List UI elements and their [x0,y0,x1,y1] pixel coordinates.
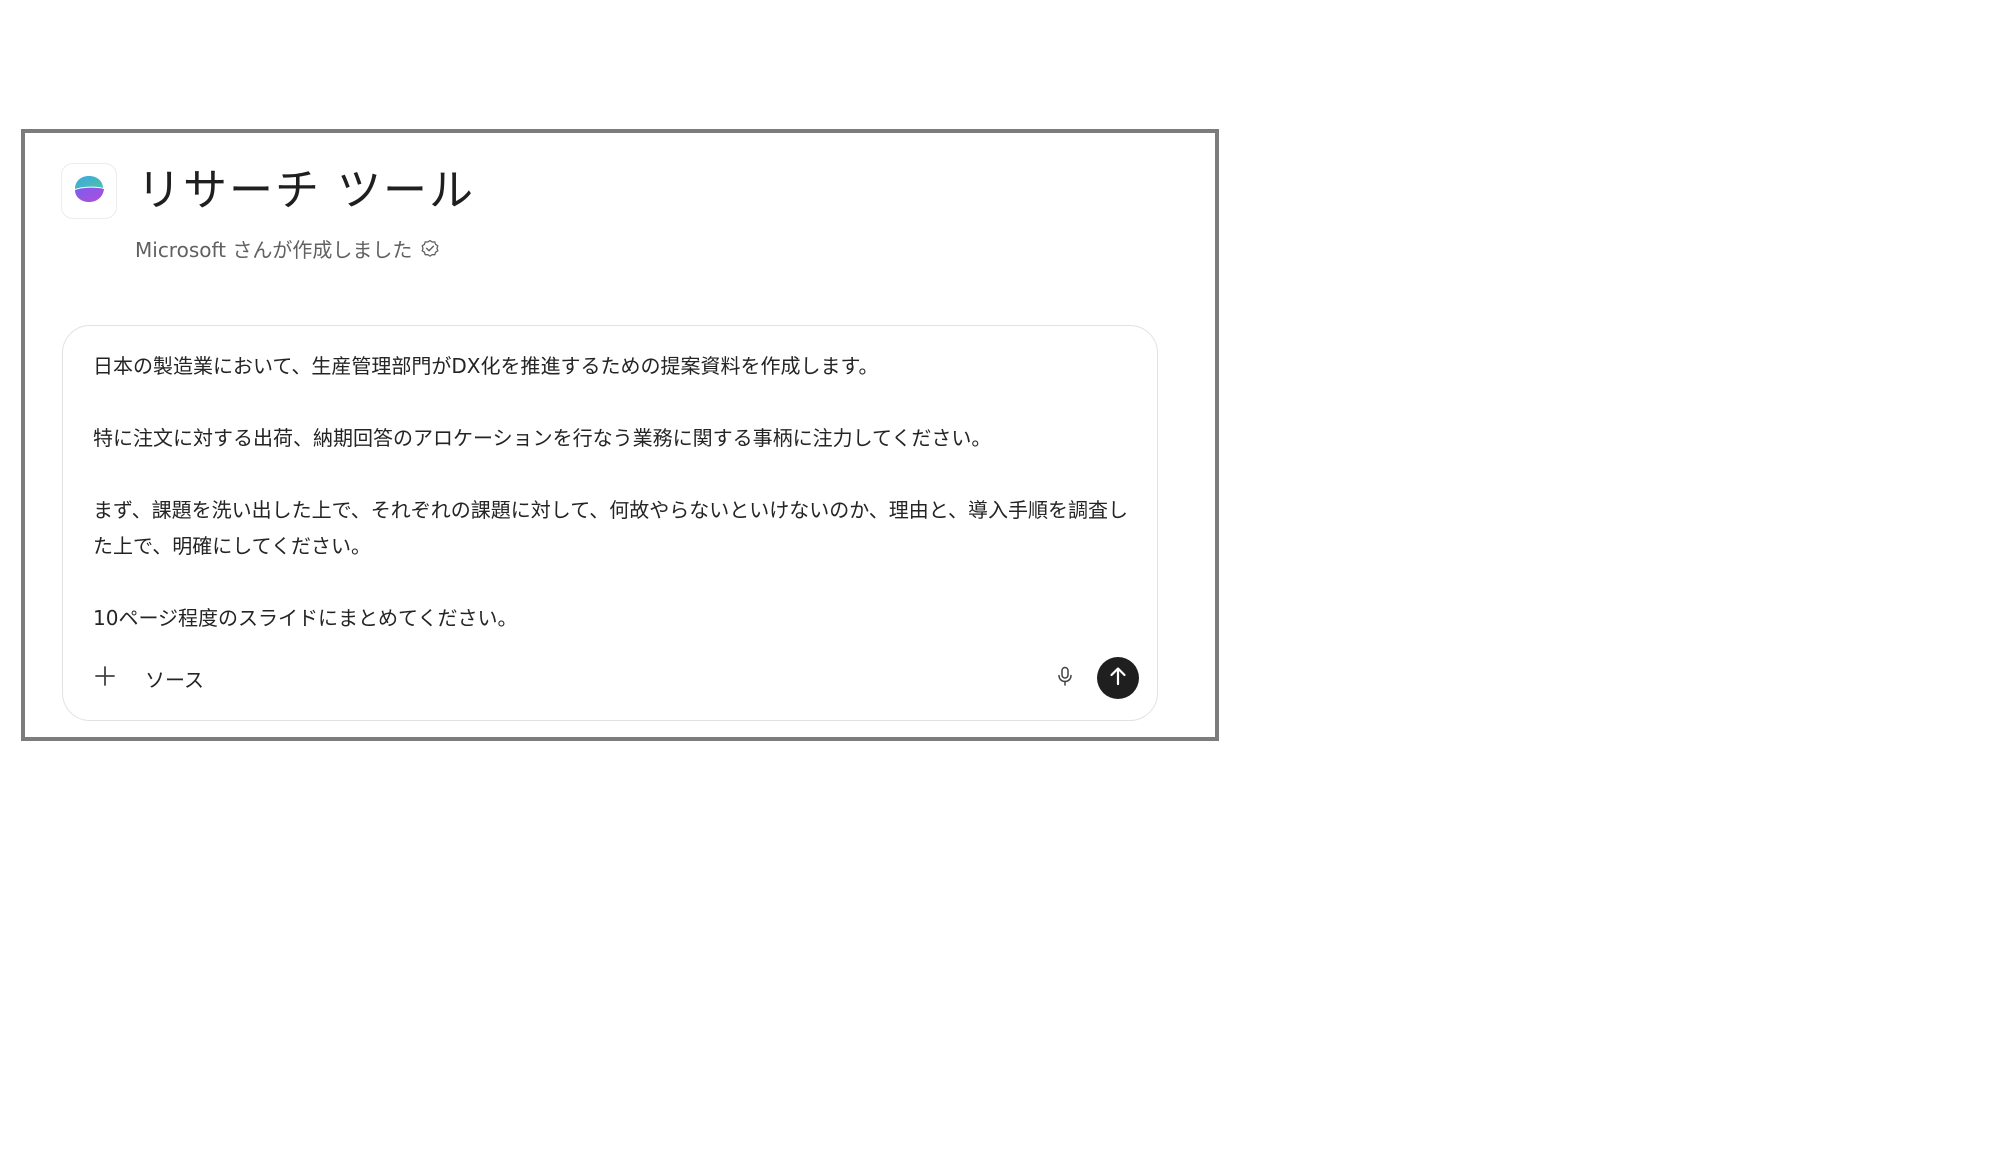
agent-panel: リサーチ ツール Microsoft さんが作成しました 日本の製造業において、… [21,129,1219,741]
verified-check-icon [420,239,440,259]
prompt-paragraph: 日本の製造業において、生産管理部門がDX化を推進するための提案資料を作成します。 [93,354,879,378]
prompt-paragraph: 10ページ程度のスライドにまとめてください。 [93,606,518,630]
add-button[interactable] [87,660,123,696]
microphone-icon [1054,665,1076,691]
prompt-paragraph: 特に注文に対する出荷、納期回答のアロケーションを行なう業務に関する事柄に注力して… [93,426,992,450]
copilot-logo-icon [70,170,108,212]
agent-title: リサーチ ツール [137,165,475,216]
agent-header: リサーチ ツール [61,163,475,219]
agent-creator: Microsoft さんが作成しました [135,234,440,263]
arrow-up-icon [1106,664,1130,692]
source-button[interactable]: ソース [145,664,204,693]
prompt-composer[interactable]: 日本の製造業において、生産管理部門がDX化を推進するための提案資料を作成します。… [62,325,1158,721]
prompt-paragraph: まず、課題を洗い出した上で、それぞれの課題に対して、何故やらないといけないのか、… [93,498,1128,558]
agent-creator-label: Microsoft さんが作成しました [135,238,413,262]
plus-icon [93,664,117,692]
agent-logo [61,163,117,219]
composer-toolbar: ソース [87,656,1139,700]
microphone-button[interactable] [1047,660,1083,696]
prompt-input[interactable]: 日本の製造業において、生産管理部門がDX化を推進するための提案資料を作成します。… [93,348,1133,636]
send-button[interactable] [1097,657,1139,699]
